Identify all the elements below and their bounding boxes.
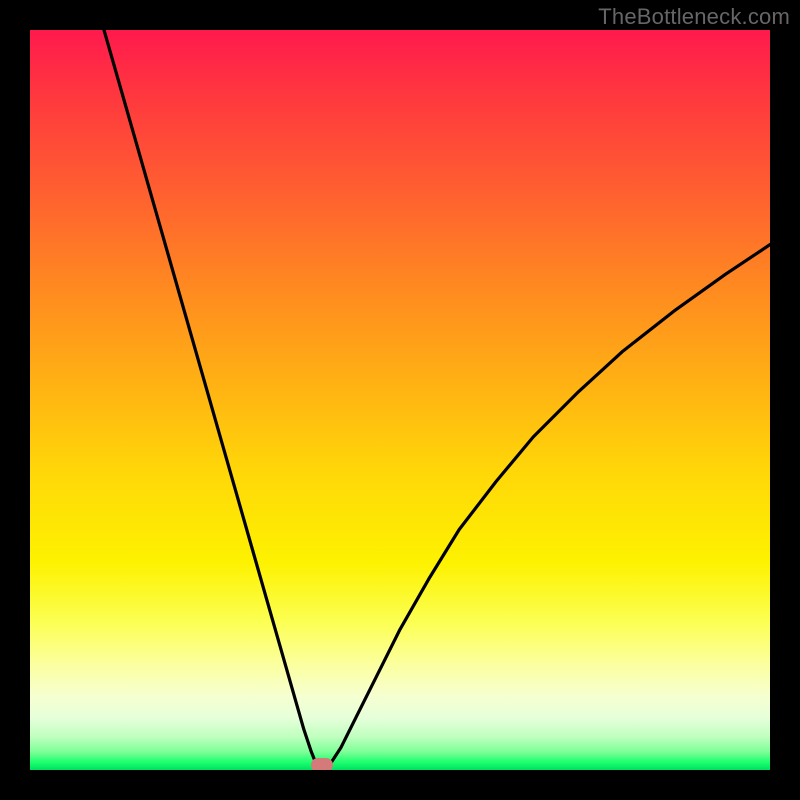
chart-frame: TheBottleneck.com: [0, 0, 800, 800]
optimal-point-marker: [311, 758, 333, 770]
attribution-watermark: TheBottleneck.com: [598, 4, 790, 30]
plot-area: [30, 30, 770, 770]
bottleneck-curve: [30, 30, 770, 770]
